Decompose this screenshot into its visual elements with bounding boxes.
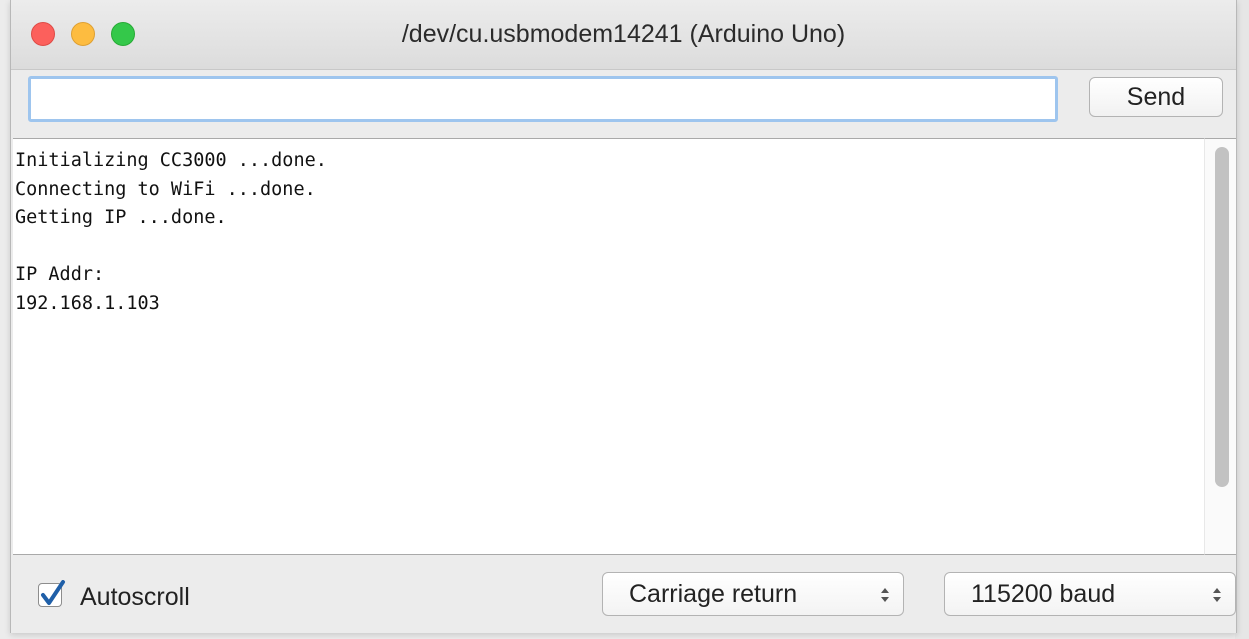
send-toolbar: Send	[11, 70, 1236, 138]
autoscroll-label[interactable]: Autoscroll	[80, 583, 190, 612]
background-window-edge	[1235, 0, 1249, 639]
line-ending-select[interactable]: Carriage return	[602, 572, 904, 616]
output-line: Connecting to WiFi ...done.	[15, 178, 316, 200]
baud-rate-value: 115200 baud	[971, 580, 1116, 608]
output-line: IP Addr:	[15, 264, 105, 285]
up-down-arrows-icon	[881, 588, 889, 602]
title-bar: /dev/cu.usbmodem14241 (Arduino Uno)	[11, 0, 1236, 70]
vertical-scrollbar[interactable]	[1204, 138, 1236, 555]
serial-input-field[interactable]	[28, 76, 1058, 122]
scrollbar-thumb[interactable]	[1215, 147, 1229, 487]
baud-rate-select[interactable]: 115200 baud	[944, 572, 1236, 616]
output-line: Initializing CC3000 ...done.	[15, 150, 327, 171]
window-title: /dev/cu.usbmodem14241 (Arduino Uno)	[401, 20, 846, 48]
send-button[interactable]: Send	[1089, 77, 1223, 117]
autoscroll-checkbox[interactable]	[38, 580, 65, 607]
serial-monitor-window: /dev/cu.usbmodem14241 (Arduino Uno) Send…	[10, 0, 1237, 633]
status-bar: Autoscroll Carriage return 115200 baud	[11, 555, 1236, 633]
output-line: 192.168.1.103	[15, 292, 160, 314]
line-ending-value: Carriage return	[629, 580, 798, 608]
checkmark-icon	[41, 580, 65, 605]
output-line: Getting IP ...done.	[15, 207, 227, 228]
up-down-arrows-icon	[1213, 588, 1221, 602]
serial-output-pane[interactable]: Initializing CC3000 ...done. Connecting …	[13, 138, 1204, 555]
